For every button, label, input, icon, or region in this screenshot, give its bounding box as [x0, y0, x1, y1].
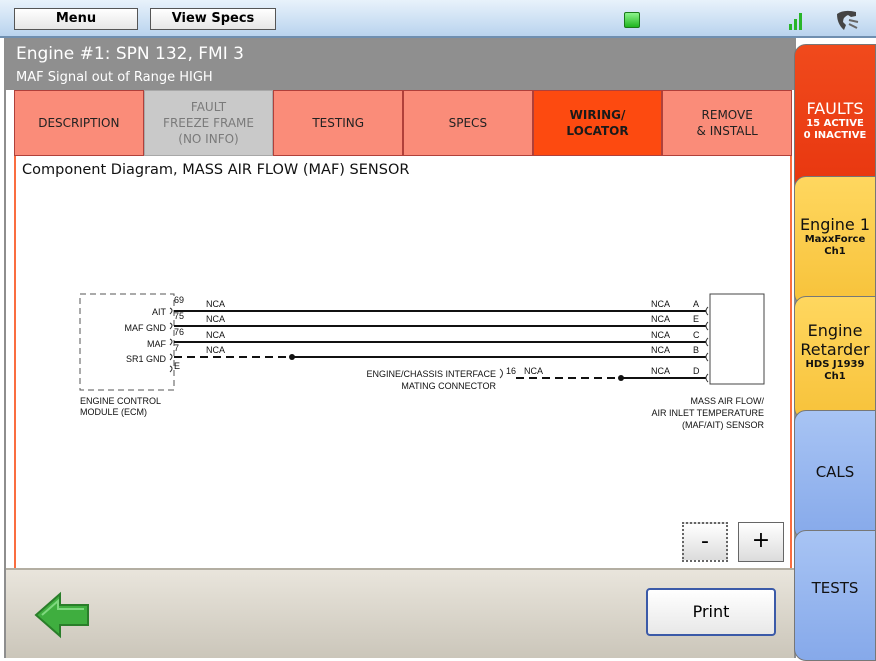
faults-title: FAULTS — [806, 99, 864, 118]
back-arrow-icon[interactable] — [32, 590, 92, 640]
connector-nca: NCA — [524, 366, 543, 376]
wiring-diagram: ENGINE CONTROL MODULE (ECM) AIT MAF GND … — [79, 293, 765, 430]
tab-label: REMOVE & INSTALL — [696, 108, 758, 138]
content-area: Component Diagram, MASS AIR FLOW (MAF) S… — [14, 156, 792, 568]
nca-left-maf-gnd: NCA — [206, 314, 225, 324]
connector-label-1: ENGINE/CHASSIS INTERFACE — [366, 369, 496, 379]
wire-name-maf-gnd: MAF GND — [125, 323, 167, 333]
sensor-pin-b: B — [693, 345, 699, 355]
tab-description[interactable]: DESCRIPTION — [14, 90, 144, 156]
connection-status-icon — [624, 12, 640, 28]
engine1-channel: Ch1 — [824, 246, 846, 257]
engine1-title: Engine 1 — [799, 215, 871, 234]
ecm-label-1: ENGINE CONTROL — [80, 396, 161, 406]
sensor-box — [709, 293, 765, 385]
retarder-title-1: Engine — [807, 321, 863, 340]
phone-icon — [837, 10, 859, 30]
side-tab-tests[interactable]: TESTS — [794, 530, 876, 661]
faults-active-count: 15 ACTIVE — [806, 118, 864, 129]
ecm-pin-7: 7 — [174, 343, 179, 353]
sensor-label-3: (MAF/AIT) SENSOR — [682, 420, 765, 430]
wire-name-ait: AIT — [152, 307, 167, 317]
side-tab-faults[interactable]: FAULTS 15 ACTIVE 0 INACTIVE — [794, 44, 876, 194]
nca-right-c: NCA — [651, 330, 670, 340]
sensor-pin-e: E — [693, 314, 699, 324]
main-panel: Engine #1: SPN 132, FMI 3 MAF Signal out… — [4, 38, 796, 658]
footer-bar: Print — [6, 568, 794, 658]
sensor-label-2: AIR INLET TEMPERATURE — [651, 408, 764, 418]
ecm-pin-75: 75 — [174, 311, 184, 321]
tab-bar: DESCRIPTION FAULT FREEZE FRAME (NO INFO)… — [14, 90, 793, 156]
retarder-channel: Ch1 — [824, 371, 846, 382]
nca-left-maf: NCA — [206, 330, 225, 340]
splice-dot-1 — [289, 354, 295, 360]
side-tab-cals[interactable]: CALS — [794, 410, 876, 540]
view-specs-button[interactable]: View Specs — [150, 8, 276, 30]
tab-specs[interactable]: SPECS — [403, 90, 533, 156]
retarder-title-2: Retarder — [800, 340, 870, 359]
tab-label: SPECS — [448, 116, 488, 130]
tab-testing[interactable]: TESTING — [273, 90, 404, 156]
sensor-pin-c: C — [693, 330, 700, 340]
sensor-pin-d: D — [693, 366, 700, 376]
wire-name-maf: MAF — [147, 339, 167, 349]
tab-label: FAULT FREEZE FRAME (NO INFO) — [163, 100, 254, 146]
print-button[interactable]: Print — [646, 588, 776, 636]
fault-header: Engine #1: SPN 132, FMI 3 MAF Signal out… — [6, 40, 794, 90]
zoom-out-button[interactable]: - — [682, 522, 728, 562]
sensor-label-1: MASS AIR FLOW/ — [690, 396, 764, 406]
ecm-pin-e: E — [174, 361, 180, 371]
signal-bars-icon — [789, 10, 805, 30]
nca-left-sr1-gnd: NCA — [206, 345, 225, 355]
zoom-in-button[interactable]: + — [738, 522, 784, 562]
tab-label: WIRING/ LOCATOR — [566, 108, 629, 138]
ecm-label-2: MODULE (ECM) — [80, 407, 147, 417]
nca-right-d: NCA — [651, 366, 670, 376]
wire-name-sr1-gnd: SR1 GND — [126, 354, 167, 364]
fault-subtitle: MAF Signal out of Range HIGH — [16, 70, 213, 85]
retarder-protocol: HDS J1939 — [805, 359, 865, 370]
nca-left-ait: NCA — [206, 299, 225, 309]
nca-right-e: NCA — [651, 314, 670, 324]
menu-button[interactable]: Menu — [14, 8, 138, 30]
connector-pin-16: 16 — [506, 366, 516, 376]
connector-label-2: MATING CONNECTOR — [401, 381, 496, 391]
tab-fault-freeze-frame[interactable]: FAULT FREEZE FRAME (NO INFO) — [143, 90, 274, 156]
fault-title: Engine #1: SPN 132, FMI 3 — [16, 44, 244, 64]
tests-title: TESTS — [811, 579, 859, 597]
ecm-pin-69: 69 — [174, 295, 184, 305]
tab-wiring-locator[interactable]: WIRING/ LOCATOR — [532, 90, 663, 156]
tab-label: DESCRIPTION — [38, 116, 120, 130]
ecm-pin-76: 76 — [174, 327, 184, 337]
sensor-pin-a: A — [693, 299, 699, 309]
side-tab-engine-1[interactable]: Engine 1 MaxxForce Ch1 — [794, 176, 876, 306]
tab-label: TESTING — [312, 116, 365, 130]
nca-right-b: NCA — [651, 345, 670, 355]
tab-remove-install[interactable]: REMOVE & INSTALL — [662, 90, 793, 156]
nca-right-a: NCA — [651, 299, 670, 309]
top-bar: Menu View Specs — [0, 0, 876, 38]
splice-dot-2 — [618, 375, 624, 381]
engine1-model: MaxxForce — [804, 234, 866, 245]
faults-inactive-count: 0 INACTIVE — [803, 130, 867, 141]
side-tab-engine-retarder[interactable]: Engine Retarder HDS J1939 Ch1 — [794, 296, 876, 420]
cals-title: CALS — [815, 463, 855, 481]
